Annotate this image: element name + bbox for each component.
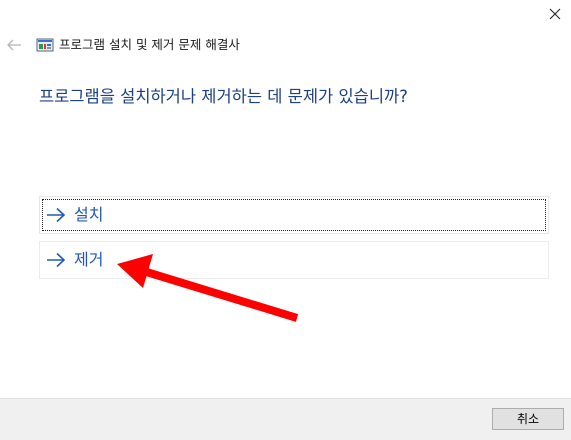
back-arrow-icon [7,39,21,51]
window-title: 프로그램 설치 및 제거 문제 해결사 [59,37,240,52]
footer-bar: 취소 [0,398,571,440]
close-icon [549,8,561,20]
right-arrow-icon [47,252,66,268]
cancel-button[interactable]: 취소 [492,408,564,430]
uninstall-option-label: 제거 [74,250,104,269]
troubleshooter-icon [36,37,54,53]
close-button[interactable] [538,0,571,30]
page-heading: 프로그램을 설치하거나 제거하는 데 문제가 있습니까? [39,87,408,106]
install-option-label: 설치 [74,205,104,224]
uninstall-option[interactable]: 제거 [39,241,549,279]
back-button[interactable] [2,34,26,56]
install-option[interactable]: 설치 [39,196,549,234]
right-arrow-icon [47,207,66,223]
